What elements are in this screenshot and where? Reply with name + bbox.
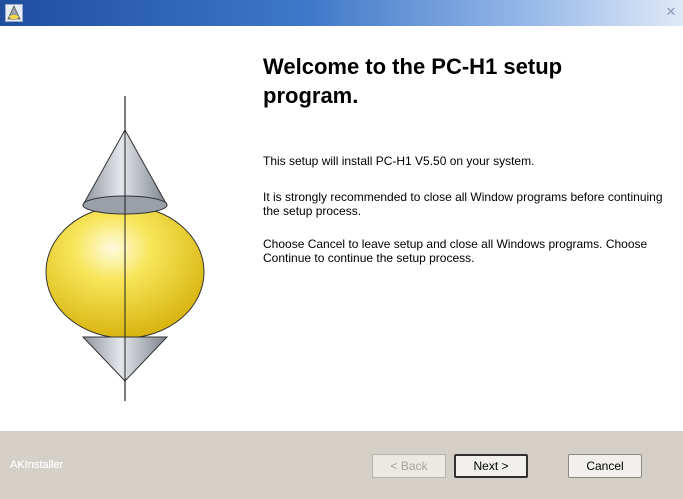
installer-brand-label: AKInstaller: [10, 459, 64, 471]
choose-instructions-text: Choose Cancel to leave setup and close a…: [263, 237, 648, 265]
button-bar: AKInstaller < Back Next > Cancel: [0, 430, 683, 499]
close-programs-text: It is strongly recommended to close all …: [263, 190, 663, 218]
welcome-heading: Welcome to the PC-H1 setup program.: [263, 54, 563, 108]
cancel-button[interactable]: Cancel: [568, 454, 642, 478]
installer-app-icon[interactable]: [5, 4, 23, 22]
footer-divider: [0, 430, 683, 431]
setup-window: ✕ Welcome to the PC-H1 setup program. Th…: [0, 0, 683, 499]
spinning-top-illustration: [45, 96, 205, 401]
title-bar[interactable]: ✕: [0, 0, 683, 26]
welcome-panel: Welcome to the PC-H1 setup program. This…: [0, 26, 683, 430]
install-info-text: This setup will install PC-H1 V5.50 on y…: [263, 154, 535, 168]
back-button[interactable]: < Back: [372, 454, 446, 478]
close-icon[interactable]: ✕: [663, 5, 679, 21]
next-button[interactable]: Next >: [454, 454, 528, 478]
